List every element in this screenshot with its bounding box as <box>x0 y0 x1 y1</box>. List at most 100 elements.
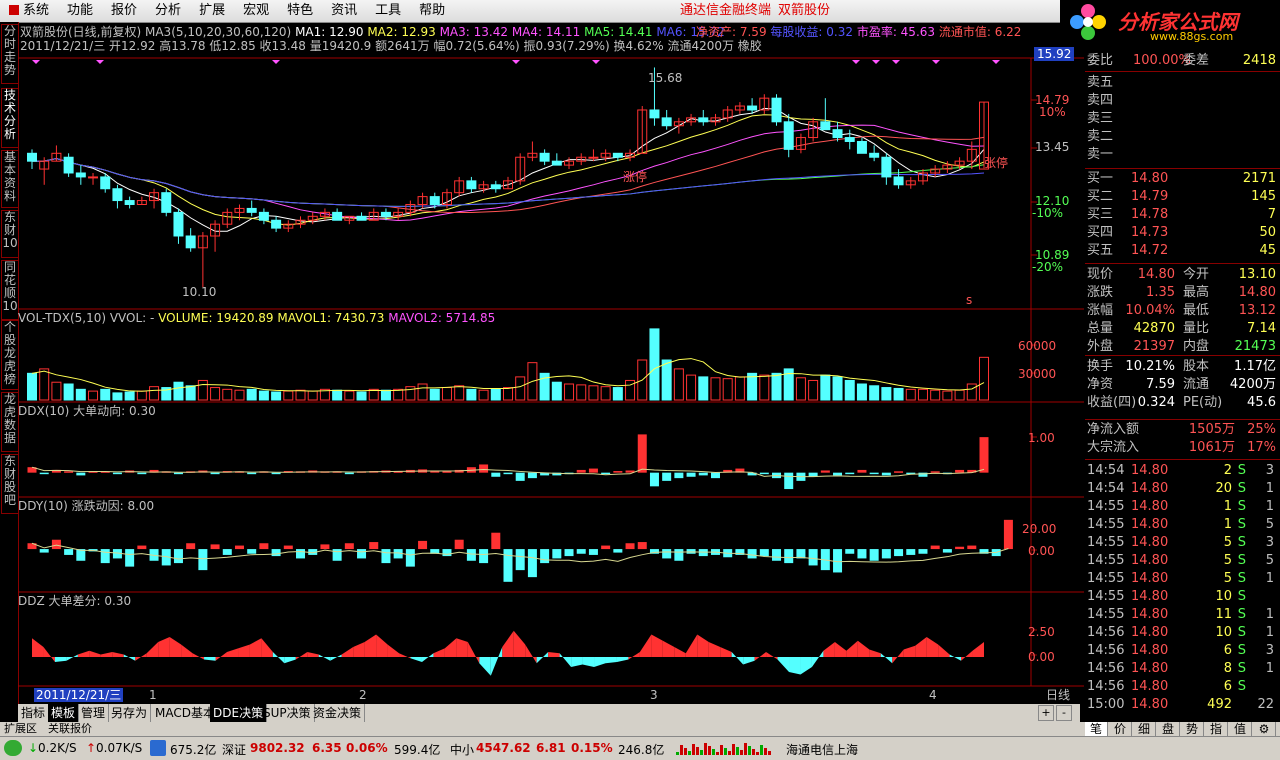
stat-row[interactable]: 换手 10.21% 股本 1.17亿 <box>1085 358 1280 376</box>
ddy-bar <box>259 543 269 550</box>
tab-template[interactable]: 模板 <box>48 704 80 722</box>
ask-row[interactable]: 卖二 <box>1085 128 1280 146</box>
volume-bar <box>478 389 489 401</box>
menu-function[interactable]: 功能 <box>58 0 102 22</box>
menu-extend[interactable]: 扩展 <box>190 0 234 22</box>
tick-row[interactable]: 14:54 14.80 2 S 3 <box>1085 462 1280 480</box>
stat-row[interactable]: 现价 14.80 今开 13.10 <box>1085 266 1280 284</box>
stat-row[interactable]: 外盘 21397 内盘 21473 <box>1085 338 1280 356</box>
ask-row[interactable]: 卖一 <box>1085 146 1280 164</box>
link-terminal[interactable]: 通达信金融终端 <box>680 0 771 22</box>
ask-row[interactable]: 卖四 <box>1085 92 1280 110</box>
tick-row[interactable]: 14:55 14.80 5 S 1 <box>1085 570 1280 588</box>
ask-row[interactable]: 卖三 <box>1085 110 1280 128</box>
label: 卖三 <box>1087 111 1114 126</box>
tab-fund[interactable]: 资金决策 <box>310 704 366 722</box>
tab-intraday[interactable]: 分时走势 <box>1 24 19 84</box>
volume-bar <box>258 390 269 401</box>
ask-row[interactable]: 卖五 <box>1085 74 1280 92</box>
stat-row[interactable]: 收益(四) 0.324 PE(动) 45.6 <box>1085 394 1280 412</box>
tab-dragon-tiger[interactable]: 个股龙虎榜 <box>1 320 19 390</box>
volume-bar <box>832 376 843 401</box>
ddz-segment <box>938 644 950 657</box>
tab-forum[interactable]: 东财股吧 <box>1 454 19 514</box>
stat-row[interactable]: 净资 7.59 流通 4200万 <box>1085 376 1280 394</box>
tick-row[interactable]: 14:55 14.80 1 S 5 <box>1085 516 1280 534</box>
menu-system[interactable]: 系统 <box>0 0 58 22</box>
menu-tools[interactable]: 工具 <box>366 0 410 22</box>
bid-row[interactable]: 买二 14.79 145 <box>1085 188 1280 206</box>
link-stock[interactable]: 双箭股份 <box>778 0 830 22</box>
tick-row[interactable]: 14:56 14.80 10 S 1 <box>1085 624 1280 642</box>
tab-save-as[interactable]: 另存为 <box>108 704 152 722</box>
tab-trend[interactable]: 势 <box>1181 722 1204 736</box>
bid-row[interactable]: 买一 14.80 2171 <box>1085 170 1280 188</box>
event-marker <box>852 60 860 64</box>
volume: 6 <box>1223 643 1232 658</box>
menu-analysis[interactable]: 分析 <box>146 0 190 22</box>
tab-detail[interactable]: 细 <box>1133 722 1156 736</box>
tab-fundamentals[interactable]: 基本资料 <box>1 150 19 208</box>
tick-row[interactable]: 14:56 14.80 8 S 1 <box>1085 660 1280 678</box>
flow-row[interactable]: 净流入额 1505万 25% <box>1085 421 1280 439</box>
tab-indicator[interactable]: 指标 <box>18 704 50 722</box>
tab-trades[interactable]: 笔 <box>1085 722 1108 736</box>
tick-row[interactable]: 15:00 14.80 492 22 <box>1085 696 1280 714</box>
bid-row[interactable]: 买三 14.78 7 <box>1085 206 1280 224</box>
stat-row[interactable]: 总量 42870 量比 7.14 <box>1085 320 1280 338</box>
browser-icon[interactable] <box>150 740 166 756</box>
ddx-bars <box>27 434 989 490</box>
side: S <box>1237 589 1246 604</box>
tab-index[interactable]: 指 <box>1205 722 1228 736</box>
tick-row[interactable]: 14:55 14.80 10 S <box>1085 588 1280 606</box>
tick-row[interactable]: 14:54 14.80 20 S 1 <box>1085 480 1280 498</box>
bid-row[interactable]: 买四 14.73 50 <box>1085 224 1280 242</box>
tab-extension[interactable]: 扩展区 <box>4 722 37 736</box>
ddz-segment <box>616 657 629 662</box>
tab-book[interactable]: 盘 <box>1157 722 1180 736</box>
tab-dragon-data[interactable]: 龙虎数据 <box>1 392 19 452</box>
low-marker: 10.10 <box>182 285 217 299</box>
tab-related-quote[interactable]: 关联报价 <box>48 722 92 736</box>
tab-value[interactable]: 值 <box>1229 722 1252 736</box>
label: 内盘 <box>1183 339 1210 354</box>
zoom-out-button[interactable]: - <box>1056 705 1072 721</box>
tab-technical[interactable]: 技术分析 <box>1 88 19 148</box>
tab-dde[interactable]: DDE决策 <box>210 704 268 722</box>
zoom-in-button[interactable]: + <box>1038 705 1054 721</box>
ddy-bar <box>76 549 86 561</box>
tick-row[interactable]: 14:56 14.80 6 S 3 <box>1085 642 1280 660</box>
price: 14.80 <box>1131 679 1169 694</box>
menu-feature[interactable]: 特色 <box>278 0 322 22</box>
stat-row[interactable]: 涨幅 10.04% 最低 13.12 <box>1085 302 1280 320</box>
ddx-bar <box>576 469 586 473</box>
tab-eastmoney[interactable]: 东财10 <box>1 210 19 258</box>
order-ratio-row[interactable]: 委比 100.00% 委差 2418 <box>1085 52 1280 70</box>
tab-manage[interactable]: 管理 <box>78 704 110 722</box>
tab-sup[interactable]: SUP决策 <box>260 704 315 722</box>
period-label[interactable]: 日线 <box>1046 688 1070 702</box>
tab-macd[interactable]: MACD基本 <box>152 704 219 722</box>
connection-icon[interactable] <box>4 740 22 756</box>
tick-row[interactable]: 14:55 14.80 5 S 5 <box>1085 552 1280 570</box>
label: 净流入额 <box>1087 422 1140 437</box>
tick-row[interactable]: 14:56 14.80 6 S <box>1085 678 1280 696</box>
chart-area[interactable]: 双箭股份(日线,前复权) MA3(5,10,20,30,60,120) MA1:… <box>18 22 1084 704</box>
ddy-scale: 20.00 <box>1022 522 1057 536</box>
tab-price[interactable]: 价 <box>1109 722 1132 736</box>
ddy-title: DDY(10) 涨跌动因: 8.00 <box>18 499 155 513</box>
menu-help[interactable]: 帮助 <box>410 0 454 22</box>
menu-news[interactable]: 资讯 <box>322 0 366 22</box>
stat-row[interactable]: 涨跌 1.35 最高 14.80 <box>1085 284 1280 302</box>
settings-icon[interactable]: ⚙ <box>1253 722 1276 736</box>
tick-row[interactable]: 14:55 14.80 5 S 3 <box>1085 534 1280 552</box>
tick-row[interactable]: 14:55 14.80 11 S 1 <box>1085 606 1280 624</box>
menu-macro[interactable]: 宏观 <box>234 0 278 22</box>
menu-quote[interactable]: 报价 <box>102 0 146 22</box>
tick-row[interactable]: 14:55 14.80 1 S 1 <box>1085 498 1280 516</box>
bid-row[interactable]: 买五 14.72 45 <box>1085 242 1280 260</box>
app-icon <box>9 5 19 15</box>
tab-ths[interactable]: 同花顺10 <box>1 260 19 320</box>
candle-body <box>661 117 672 127</box>
flow-row[interactable]: 大宗流入 1061万 17% <box>1085 439 1280 457</box>
